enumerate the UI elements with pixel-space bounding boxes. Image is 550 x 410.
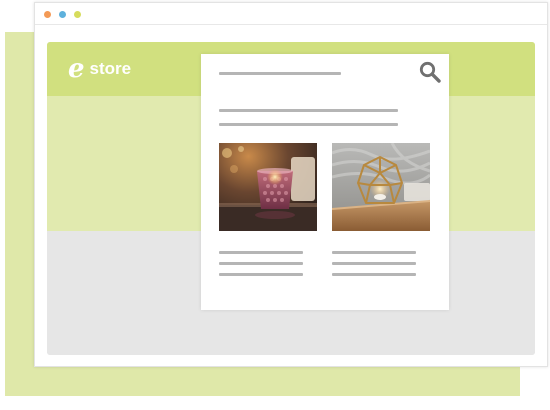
close-dot[interactable] xyxy=(44,11,51,18)
product-2-text-placeholder-3 xyxy=(332,273,416,276)
product-1-text-placeholder-3 xyxy=(219,273,303,276)
maximize-dot[interactable] xyxy=(74,11,81,18)
product-2-text-placeholder-1 xyxy=(332,251,416,254)
panel-title-placeholder xyxy=(219,72,341,75)
illustration-stage: e store xyxy=(0,0,550,410)
geometric-lantern-photo xyxy=(332,143,430,231)
store-logo[interactable]: e store xyxy=(68,54,132,84)
panel-text-placeholder-2 xyxy=(219,123,398,126)
product-panel xyxy=(201,54,449,310)
logo-text: store xyxy=(89,59,132,78)
product-1-text-placeholder-2 xyxy=(219,262,303,265)
product-2-text-placeholder-2 xyxy=(332,262,416,265)
browser-window: e store xyxy=(34,2,548,367)
search-icon[interactable] xyxy=(419,61,441,83)
product-1-text-placeholder-1 xyxy=(219,251,303,254)
browser-titlebar xyxy=(35,3,547,25)
minimize-dot[interactable] xyxy=(59,11,66,18)
candle-holder-photo xyxy=(219,143,317,231)
panel-text-placeholder-1 xyxy=(219,109,398,112)
product-image-candle-holder[interactable] xyxy=(219,143,317,231)
logo-mark: e xyxy=(68,54,85,84)
product-image-geometric-lantern[interactable] xyxy=(332,143,430,231)
